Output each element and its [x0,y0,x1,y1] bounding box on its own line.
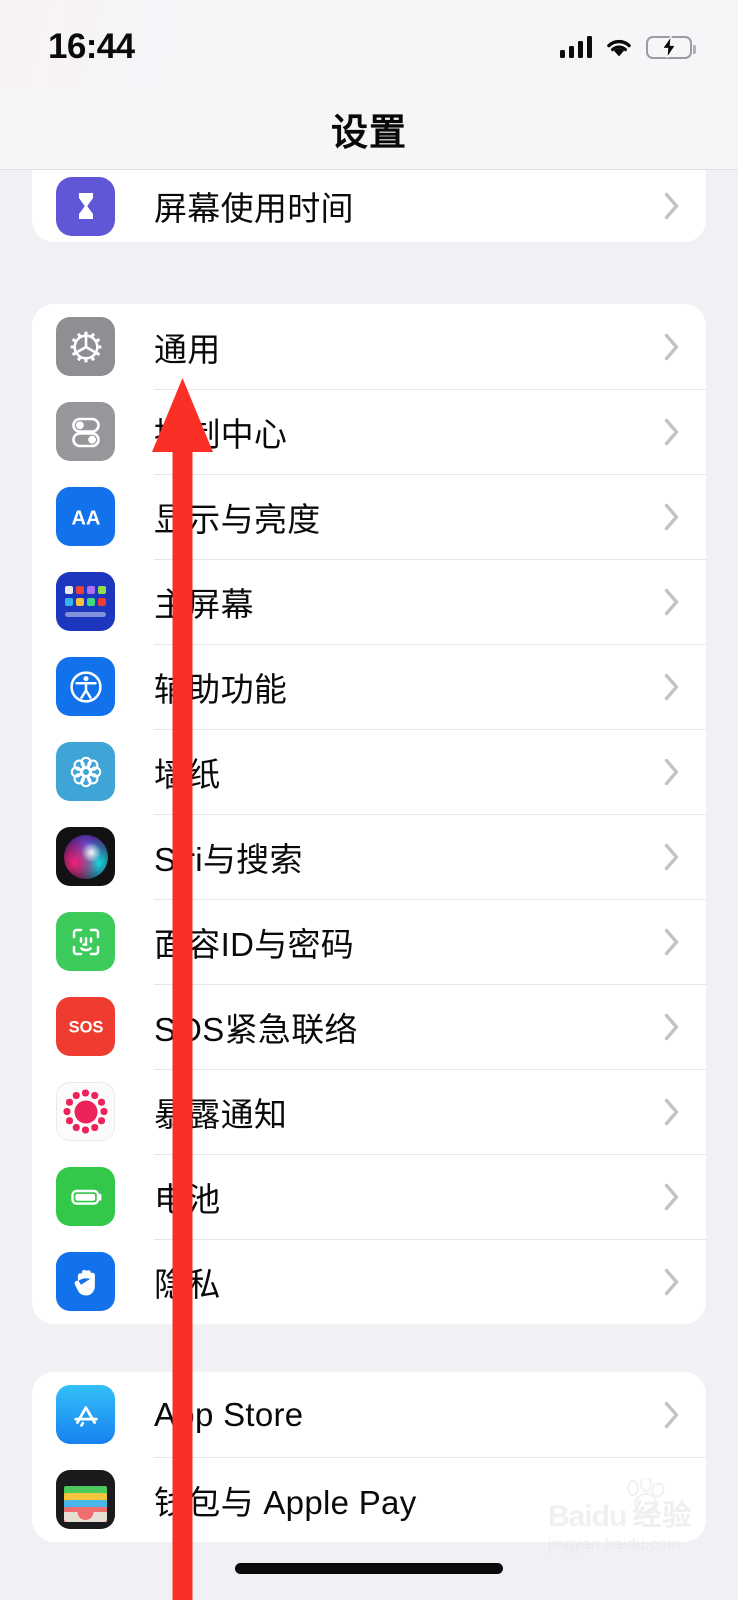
chevron-right-icon [664,843,680,871]
settings-row-exposure-notifications[interactable]: 暴露通知 [32,1069,706,1154]
settings-group-store: App Store 钱包与 Apple Pay [32,1372,706,1542]
settings-group-screentime: 屏幕使用时间 [32,170,706,242]
app-store-icon [56,1385,115,1444]
exposure-dots-icon [56,1082,115,1141]
accessibility-icon [56,657,115,716]
settings-row-label: 辅助功能 [154,663,664,711]
chevron-right-icon [664,1013,680,1041]
svg-text:SOS: SOS [68,1018,103,1036]
settings-row-face-id[interactable]: 面容ID与密码 [32,899,706,984]
navbar-divider [0,169,738,170]
settings-row-app-store[interactable]: App Store [32,1372,706,1457]
settings-row-label: App Store [154,1396,664,1434]
section-gap [0,242,738,304]
settings-row-display-brightness[interactable]: AA 显示与亮度 [32,474,706,559]
settings-row-wallpaper[interactable]: 墙纸 [32,729,706,814]
iphone-settings-screen: 16:44 设置 [0,0,738,1600]
status-bar-indicators [560,36,693,59]
settings-row-privacy[interactable]: 隐私 [32,1239,706,1324]
page-title: 设置 [331,102,407,156]
settings-row-general[interactable]: 通用 [32,304,706,389]
settings-group-system: 通用 控制中心 [32,304,706,1324]
settings-row-label: 屏幕使用时间 [154,182,664,230]
aa-text-icon: AA [56,487,115,546]
svg-text:AA: AA [71,507,100,529]
settings-row-battery[interactable]: 电池 [32,1154,706,1239]
settings-row-label: 面容ID与密码 [154,918,664,966]
battery-icon [56,1167,115,1226]
settings-row-wallet-apple-pay[interactable]: 钱包与 Apple Pay [32,1457,706,1542]
settings-row-siri-search[interactable]: Siri与搜索 [32,814,706,899]
settings-row-home-screen[interactable]: 主屏幕 [32,559,706,644]
settings-list: 屏幕使用时间 [0,170,738,1542]
flower-wallpaper-icon [56,742,115,801]
chevron-right-icon [664,418,680,446]
sos-icon: SOS [56,997,115,1056]
settings-row-label: 钱包与 Apple Pay [154,1476,664,1524]
settings-row-label: 隐私 [154,1258,664,1306]
settings-row-label: 控制中心 [154,408,664,456]
settings-row-label: 墙纸 [154,748,664,796]
battery-charging-icon [646,36,692,59]
settings-row-accessibility[interactable]: 辅助功能 [32,644,706,729]
toggles-icon [56,402,115,461]
chevron-right-icon [664,1401,680,1429]
settings-row-label: 主屏幕 [154,578,664,626]
navigation-bar: 设置 [0,88,738,170]
wifi-icon [605,37,633,58]
siri-orb-icon [56,827,115,886]
settings-row-label: Siri与搜索 [154,833,664,881]
settings-row-label: SOS紧急联络 [154,1003,664,1051]
chevron-right-icon [664,333,680,361]
status-bar-clock: 16:44 [48,27,135,67]
settings-row-emergency-sos[interactable]: SOS SOS紧急联络 [32,984,706,1069]
chevron-right-icon [664,503,680,531]
chevron-right-icon [664,673,680,701]
settings-row-label: 电池 [154,1173,664,1221]
gear-icon [56,317,115,376]
hourglass-icon [56,177,115,236]
chevron-right-icon [664,1098,680,1126]
cellular-signal-icon [560,36,593,58]
settings-row-control-center[interactable]: 控制中心 [32,389,706,474]
hand-privacy-icon [56,1252,115,1311]
wallet-icon [56,1470,115,1529]
settings-row-label: 通用 [154,323,664,371]
face-id-icon [56,912,115,971]
app-grid-icon [56,572,115,631]
settings-row-label: 显示与亮度 [154,493,664,541]
settings-row-label: 暴露通知 [154,1088,664,1136]
chevron-right-icon [664,758,680,786]
section-gap [0,1324,738,1372]
chevron-right-icon [664,192,680,220]
chevron-right-icon [664,928,680,956]
settings-row-screentime[interactable]: 屏幕使用时间 [32,170,706,242]
status-bar: 16:44 [0,0,738,88]
chevron-right-icon [664,588,680,616]
chevron-right-icon [664,1183,680,1211]
home-indicator [235,1563,503,1574]
chevron-right-icon [664,1268,680,1296]
